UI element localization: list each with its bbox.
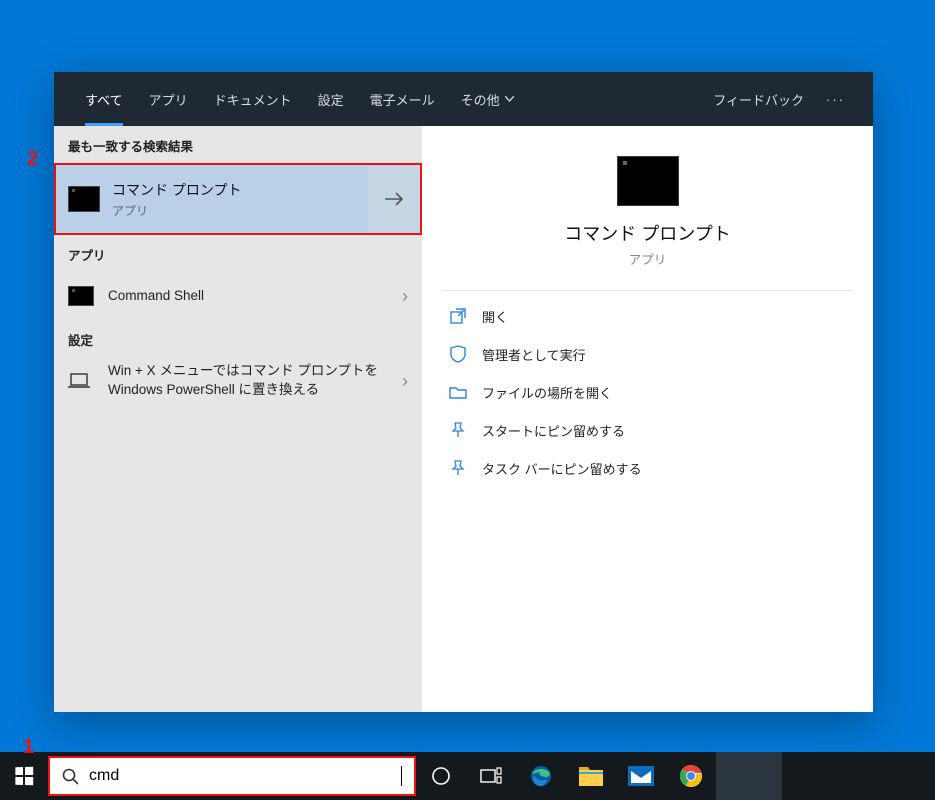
- action-open[interactable]: 開く: [422, 297, 873, 335]
- tab-settings[interactable]: 設定: [305, 72, 357, 126]
- search-icon: [62, 768, 79, 785]
- taskbar-search[interactable]: 1 cmd: [48, 756, 416, 796]
- pin-icon: [448, 420, 468, 440]
- best-match-title: コマンド プロンプト: [112, 180, 241, 200]
- cortana-icon: [431, 766, 451, 786]
- taskbar-app-chrome[interactable]: [666, 752, 716, 800]
- windows-logo-icon: [15, 767, 33, 786]
- detail-subtitle: アプリ: [422, 249, 873, 268]
- best-match-header: 最も一致する検索結果: [54, 126, 422, 163]
- results-column: 最も一致する検索結果 2 コマンド プロンプト アプリ アプリ: [54, 126, 422, 712]
- folder-icon: [448, 382, 468, 402]
- cmd-prompt-icon: [68, 186, 100, 212]
- taskbar-app-mail[interactable]: [616, 752, 666, 800]
- chevron-right-icon: ›: [402, 371, 408, 392]
- result-winx-setting[interactable]: Win + X メニューではコマンド プロンプトを Windows PowerS…: [54, 357, 422, 405]
- result-label: Win + X メニューではコマンド プロンプトを Windows PowerS…: [108, 362, 402, 400]
- tab-documents[interactable]: ドキュメント: [201, 72, 305, 126]
- apps-header: アプリ: [54, 235, 422, 272]
- taskbar-icons: [416, 752, 716, 800]
- detail-title: コマンド プロンプト: [422, 220, 873, 246]
- shield-icon: [448, 344, 468, 364]
- folder-icon: [578, 765, 604, 787]
- action-pin-taskbar[interactable]: タスク バーにピン留めする: [422, 449, 873, 487]
- taskbar-active-bg: [716, 752, 782, 800]
- search-panel: すべて アプリ ドキュメント 設定 電子メール その他 フィードバック ··· …: [54, 72, 873, 712]
- task-view-button[interactable]: [466, 752, 516, 800]
- callout-1: 1: [23, 736, 34, 759]
- best-match-result[interactable]: 2 コマンド プロンプト アプリ: [54, 163, 422, 235]
- search-tabs: すべて アプリ ドキュメント 設定 電子メール その他 フィードバック ···: [54, 72, 873, 126]
- action-pin-start[interactable]: スタートにピン留めする: [422, 411, 873, 449]
- detail-column: コマンド プロンプト アプリ 開く 管理者として実行 ファイルの場所: [422, 126, 873, 712]
- action-run-admin[interactable]: 管理者として実行: [422, 335, 873, 373]
- callout-2: 2: [27, 148, 38, 171]
- laptop-icon: [68, 371, 94, 391]
- pin-icon: [448, 458, 468, 478]
- divider: [442, 290, 853, 291]
- mail-icon: [628, 766, 654, 786]
- task-view-icon: [480, 767, 502, 785]
- tab-all[interactable]: すべて: [72, 72, 136, 126]
- taskbar-app-edge[interactable]: [516, 752, 566, 800]
- settings-header: 設定: [54, 320, 422, 357]
- taskbar-app-explorer[interactable]: [566, 752, 616, 800]
- result-command-shell[interactable]: Command Shell ›: [54, 272, 422, 320]
- chrome-icon: [679, 764, 703, 788]
- open-icon: [448, 306, 468, 326]
- feedback-link[interactable]: フィードバック: [701, 72, 816, 126]
- search-input[interactable]: cmd: [89, 767, 401, 785]
- taskbar: 1 cmd: [0, 752, 935, 800]
- panel-body: 最も一致する検索結果 2 コマンド プロンプト アプリ アプリ: [54, 126, 873, 712]
- cmd-prompt-icon-large: [617, 156, 679, 206]
- result-label: Command Shell: [108, 287, 402, 306]
- tab-apps[interactable]: アプリ: [136, 72, 201, 126]
- tab-overflow[interactable]: ···: [816, 72, 855, 126]
- tab-more[interactable]: その他: [448, 72, 527, 126]
- chevron-down-icon: [505, 96, 514, 102]
- action-open-location[interactable]: ファイルの場所を開く: [422, 373, 873, 411]
- cmd-prompt-icon: [68, 286, 94, 306]
- cortana-button[interactable]: [416, 752, 466, 800]
- tab-email[interactable]: 電子メール: [357, 72, 448, 126]
- chevron-right-icon: ›: [402, 286, 408, 307]
- start-button[interactable]: [0, 752, 48, 800]
- edge-icon: [529, 764, 553, 788]
- arrow-right-icon: [383, 191, 405, 207]
- best-match-subtitle: アプリ: [112, 202, 241, 219]
- best-match-arrow[interactable]: [368, 165, 420, 233]
